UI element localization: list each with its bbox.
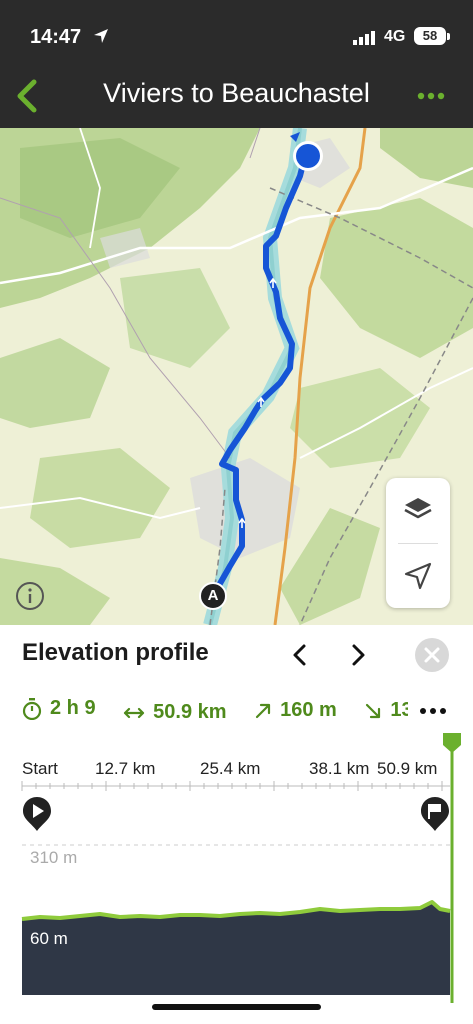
map-view[interactable]: A [0,128,473,625]
elevation-min-label: 60 m [30,929,68,948]
controls-divider [398,543,438,544]
elevation-max-label: 310 m [30,848,77,867]
layers-icon[interactable] [400,492,436,528]
battery-icon: 58 [414,27,446,45]
nav-bar: Viviers to Beauchastel [0,64,473,128]
home-indicator [152,1004,321,1010]
panel-title: Elevation profile [22,639,209,666]
info-icon[interactable] [14,580,46,612]
ascent-arrow-icon [255,703,271,718]
stat-distance: 50.9 km [123,701,227,724]
location-arrow-icon [94,29,108,43]
status-time: 14:47 [30,26,82,48]
distance-arrows-icon [124,707,145,718]
chevron-left-icon[interactable] [286,641,314,669]
status-bar: 14:47 4G 58 [0,0,473,64]
map-controls [386,478,450,608]
descent-value: 13 [390,699,408,721]
start-marker-label: A [207,587,219,604]
start-flag-icon [23,797,51,831]
stopwatch-icon [22,697,42,720]
elevation-chart[interactable]: 310 m 60 m [0,733,473,1024]
close-icon[interactable] [414,637,450,673]
battery-tip [447,33,450,40]
scrubber-handle[interactable] [443,733,461,753]
stat-descent: 13 [364,699,408,722]
chevron-right-icon[interactable] [344,641,372,669]
finish-flag-icon [421,797,449,831]
elevation-panel: Elevation profile 2 h 9 50.9 km 160 m 13… [0,625,473,1024]
locate-me-icon[interactable] [400,558,436,594]
network-type: 4G [384,28,406,45]
descent-arrow-icon [366,703,381,718]
stat-duration: 2 h 9 [22,697,96,720]
back-button[interactable] [8,74,48,118]
battery-level: 58 [422,28,438,43]
page-title: Viviers to Beauchastel [103,78,370,108]
distance-value: 50.9 km [153,701,227,723]
signal-icon [353,31,375,45]
duration-value: 2 h 9 [50,697,96,719]
route-stats: 2 h 9 50.9 km 160 m 13 [22,697,408,727]
more-options-button[interactable] [414,86,448,106]
route-end-marker[interactable] [286,130,326,174]
stat-ascent: 160 m [254,699,337,722]
stats-more-icon[interactable] [418,701,448,721]
ascent-value: 160 m [280,699,337,721]
route-start-marker[interactable]: A [199,582,227,610]
